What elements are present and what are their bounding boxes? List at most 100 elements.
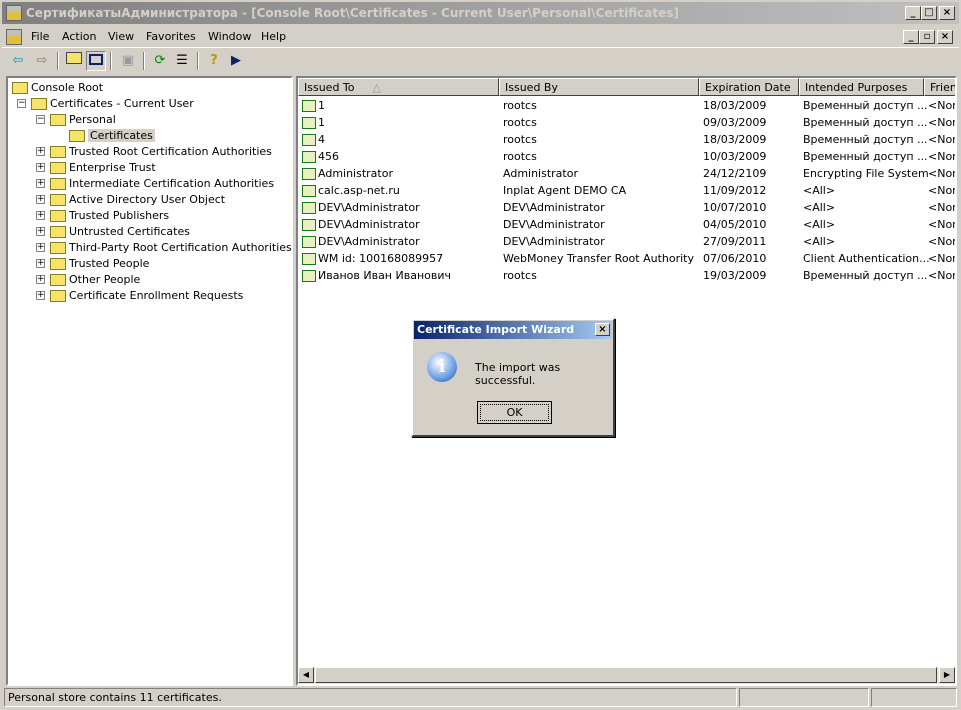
table-cell: <All>	[803, 199, 835, 216]
tree-node[interactable]: + Trusted Publishers	[36, 208, 169, 224]
ok-button[interactable]: OK	[477, 401, 552, 424]
header-label: Issued To	[304, 81, 355, 94]
tree-node[interactable]: + Third-Party Root Certification Authorit…	[36, 240, 292, 256]
table-row[interactable]: DEV\Administrator DEV\Administrator 10/07/…	[298, 199, 955, 216]
tree-node-label: Certificate Enrollment Requests	[69, 289, 244, 302]
scroll-right-button[interactable]: ▶	[939, 667, 955, 683]
cell-text: DEV\Administrator	[318, 201, 420, 214]
tree-node[interactable]: − Personal	[36, 112, 116, 128]
column-header-issued-by[interactable]: Issued By	[499, 78, 699, 96]
tree-node[interactable]: Certificates	[69, 128, 155, 144]
folder-icon	[50, 258, 66, 270]
dialog-title-bar: Certificate Import Wizard ×	[414, 321, 612, 339]
certificate-icon	[302, 270, 316, 282]
certificate-icon	[302, 134, 316, 146]
menu-help[interactable]: Help	[261, 30, 286, 43]
tree-node[interactable]: + Active Directory User Object	[36, 192, 225, 208]
cell-text: rootcs	[503, 133, 537, 146]
status-panel-3	[871, 688, 957, 707]
expand-icon[interactable]: +	[36, 211, 45, 220]
expand-icon[interactable]: +	[36, 291, 45, 300]
forward-icon[interactable]: ⇨	[32, 51, 52, 71]
column-header-issued-to[interactable]: Issued To △	[298, 78, 499, 96]
menu-view[interactable]: View	[108, 30, 134, 43]
expand-icon[interactable]: +	[36, 179, 45, 188]
menu-window[interactable]: Window	[208, 30, 251, 43]
menu-favorites[interactable]: Favorites	[146, 30, 196, 43]
tree-node[interactable]: + Intermediate Certification Authorities	[36, 176, 274, 192]
refresh-icon[interactable]: ⟳	[150, 51, 170, 71]
child-minimize-button[interactable]: _	[903, 30, 919, 44]
folder-icon	[50, 178, 66, 190]
tree-node[interactable]: + Other People	[36, 272, 140, 288]
certificate-icon	[302, 202, 316, 214]
back-icon[interactable]: ⇦	[8, 51, 28, 71]
dialog-close-button[interactable]: ×	[595, 323, 610, 336]
cell-text: <None>	[928, 235, 955, 248]
expand-icon[interactable]: +	[36, 275, 45, 284]
dialog-message: The import was successful.	[475, 361, 561, 387]
expand-icon[interactable]: +	[36, 195, 45, 204]
help-icon[interactable]: ?	[204, 51, 224, 71]
close-button[interactable]: ×	[939, 6, 955, 20]
column-header-expiration-date[interactable]: Expiration Date	[699, 78, 799, 96]
folder-icon	[50, 194, 66, 206]
child-close-button[interactable]: ×	[937, 30, 953, 44]
table-cell: <None>	[928, 267, 955, 284]
menu-action[interactable]: Action	[62, 30, 96, 43]
expand-icon[interactable]: +	[36, 243, 45, 252]
table-cell: 10/03/2009	[703, 148, 766, 165]
table-cell: <None>	[928, 97, 955, 114]
document-icon[interactable]	[6, 29, 22, 45]
table-row[interactable]: DEV\Administrator DEV\Administrator 27/09/…	[298, 233, 955, 250]
table-row[interactable]: 456 rootcs 10/03/2009 Временный доступ ... <…	[298, 148, 955, 165]
table-row[interactable]: 1 rootcs 09/03/2009 Временный доступ ... <No…	[298, 114, 955, 131]
column-header-friendly-name[interactable]: Friendly Name	[924, 78, 955, 96]
child-restore-button[interactable]: ▫	[919, 30, 935, 44]
cell-text: Inplat Agent DEMO CA	[503, 184, 627, 197]
toolbar: ⇦ ⇨ ▣ ⟳ ☰ ? ▶	[2, 49, 959, 73]
expand-icon[interactable]: +	[36, 259, 45, 268]
menu-file[interactable]: File	[31, 30, 49, 43]
delete-icon[interactable]: ▣	[118, 51, 138, 71]
sort-ascending-icon: △	[372, 81, 381, 94]
minimize-button[interactable]: _	[905, 6, 921, 20]
table-row[interactable]: 4 rootcs 18/03/2009 Временный доступ ... <No…	[298, 131, 955, 148]
table-cell: Encrypting File System	[803, 165, 929, 182]
horizontal-scrollbar[interactable]: ◀ ▶	[298, 667, 955, 684]
expand-icon[interactable]: +	[36, 147, 45, 156]
cell-text: <All>	[803, 184, 836, 197]
table-row[interactable]: 1 rootcs 18/03/2009 Временный доступ ... <No…	[298, 97, 955, 114]
show-hide-action-pane-icon[interactable]: ▶	[226, 51, 246, 71]
cell-text: rootcs	[503, 99, 537, 112]
tree-node[interactable]: Console Root	[12, 80, 103, 96]
tree-node[interactable]: + Certificate Enrollment Requests	[36, 288, 244, 304]
table-row[interactable]: DEV\Administrator DEV\Administrator 04/05/…	[298, 216, 955, 233]
tree-node[interactable]: − Certificates - Current User	[17, 96, 194, 112]
cell-text: DEV\Administrator	[318, 235, 420, 248]
column-header-intended-purposes[interactable]: Intended Purposes	[799, 78, 924, 96]
table-row[interactable]: WM id: 100168089957 WebMoney Transfer Roo…	[298, 250, 955, 267]
tree-node[interactable]: + Trusted Root Certification Authorities	[36, 144, 272, 160]
up-one-level-icon[interactable]	[64, 51, 84, 71]
table-row[interactable]: Administrator Administrator 24/12/2109 Encr…	[298, 165, 955, 182]
table-row[interactable]: Иванов Иван Иванович rootcs 19/03/2009 Врем…	[298, 267, 955, 284]
table-row[interactable]: calc.asp-net.ru Inplat Agent DEMO CA 11/09…	[298, 182, 955, 199]
table-cell: 24/12/2109	[703, 165, 766, 182]
tree-node[interactable]: + Trusted People	[36, 256, 149, 272]
tree-node[interactable]: + Untrusted Certificates	[36, 224, 190, 240]
tree-node[interactable]: + Enterprise Trust	[36, 160, 156, 176]
table-cell: DEV\Administrator	[302, 199, 420, 216]
collapse-icon[interactable]: −	[17, 99, 26, 108]
cell-text: DEV\Administrator	[503, 201, 605, 214]
export-list-icon[interactable]: ☰	[172, 51, 192, 71]
expand-icon[interactable]: +	[36, 227, 45, 236]
show-hide-console-tree-icon[interactable]	[86, 51, 106, 71]
expand-icon[interactable]: +	[36, 163, 45, 172]
scroll-thumb[interactable]	[315, 667, 937, 683]
scroll-left-button[interactable]: ◀	[298, 667, 314, 683]
table-cell: Administrator	[302, 165, 393, 182]
collapse-icon[interactable]: −	[36, 115, 45, 124]
table-cell: <None>	[928, 199, 955, 216]
maximize-button[interactable]: □	[921, 6, 937, 20]
